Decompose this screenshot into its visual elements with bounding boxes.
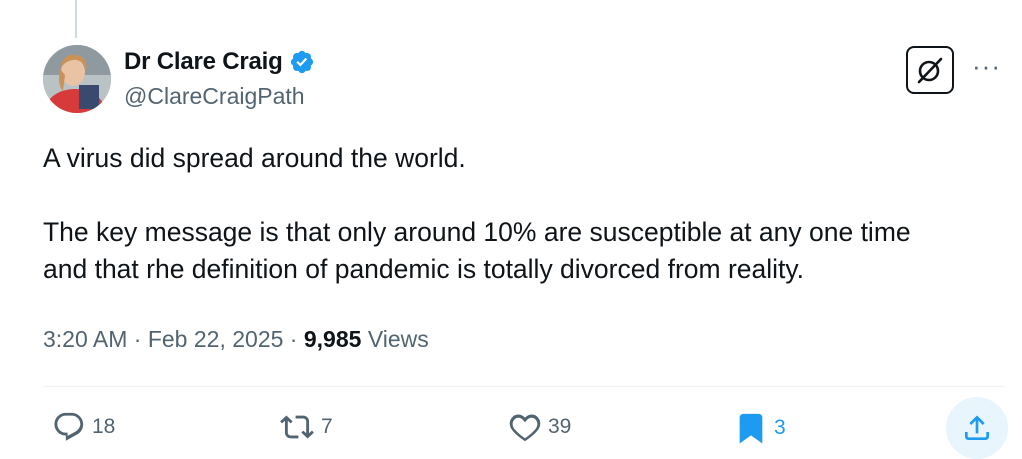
tweet-body: A virus did spread around the world. The… bbox=[43, 140, 1008, 288]
reply-icon bbox=[54, 412, 84, 441]
divider bbox=[43, 386, 1005, 387]
tweet-metadata: 3:20 AM · Feb 22, 2025 · 9,985 Views bbox=[43, 326, 429, 353]
bookmark-button[interactable]: 3 bbox=[734, 410, 786, 446]
bookmark-icon bbox=[739, 413, 763, 444]
avatar[interactable] bbox=[43, 45, 111, 113]
share-icon bbox=[965, 415, 989, 440]
grok-button[interactable] bbox=[906, 46, 954, 94]
meta-separator: · bbox=[289, 326, 298, 352]
repost-icon bbox=[280, 415, 314, 439]
more-options-button[interactable]: ··· bbox=[972, 53, 1001, 79]
tweet-paragraph: and that rhe definition of pandemic is t… bbox=[43, 254, 805, 284]
like-button[interactable]: 39 bbox=[508, 410, 571, 444]
views-count: 9,985 bbox=[303, 326, 362, 352]
tweet-paragraph: A virus did spread around the world. bbox=[43, 143, 466, 173]
heart-icon bbox=[509, 414, 541, 442]
tweet-paragraph: The key message is that only around 10% … bbox=[43, 217, 911, 247]
tweet-date[interactable]: Feb 22, 2025 bbox=[148, 326, 284, 352]
repost-count: 7 bbox=[321, 415, 333, 438]
share-button[interactable] bbox=[946, 397, 1008, 459]
repost-button[interactable]: 7 bbox=[279, 410, 333, 444]
avatar-photo bbox=[43, 45, 111, 113]
like-count: 39 bbox=[548, 415, 572, 438]
grok-icon bbox=[917, 57, 943, 84]
thread-connector-line bbox=[75, 0, 77, 38]
author-handle[interactable]: @ClareCraigPath bbox=[124, 83, 305, 110]
reply-button[interactable]: 18 bbox=[52, 410, 115, 444]
more-icon: ··· bbox=[972, 51, 1001, 81]
meta-separator: · bbox=[133, 326, 142, 352]
verified-badge-icon[interactable] bbox=[289, 49, 315, 75]
bookmark-count: 3 bbox=[774, 416, 786, 439]
author-display-name[interactable]: Dr Clare Craig bbox=[124, 48, 283, 76]
reply-count: 18 bbox=[92, 415, 116, 438]
tweet-time[interactable]: 3:20 AM bbox=[43, 326, 127, 352]
views-label: Views bbox=[367, 326, 429, 352]
